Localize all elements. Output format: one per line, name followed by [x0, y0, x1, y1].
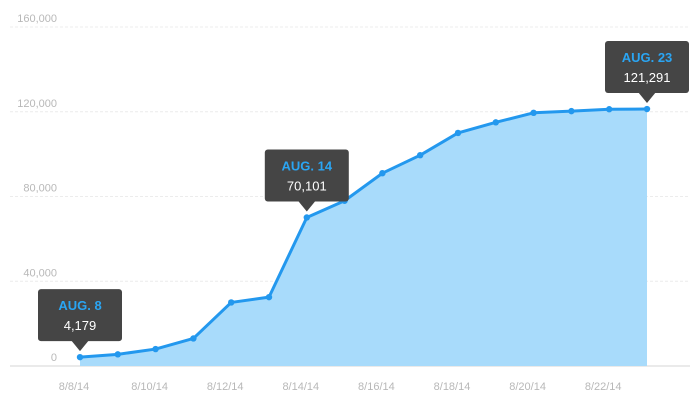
data-point — [303, 214, 310, 221]
data-point — [379, 169, 386, 177]
data-point — [228, 299, 235, 306]
y-tick-label: 0 — [51, 352, 57, 364]
area-layer — [80, 109, 647, 366]
data-point — [454, 129, 462, 137]
data-point — [152, 345, 159, 353]
x-tick-label: 8/10/14 — [131, 381, 168, 393]
series-area — [80, 109, 647, 366]
data-point — [76, 353, 84, 361]
area-chart: 0 40,000 80,000 120,000 160,000 8/8/14 8/10/1… — [10, 13, 690, 393]
x-axis-tick-labels: 8/8/14 8/10/14 8/12/14 8/14/14 8/16/14 8/18/1… — [59, 381, 622, 393]
data-point — [492, 119, 499, 126]
callout-box — [605, 41, 689, 94]
x-tick-label: 8/18/14 — [434, 381, 471, 393]
callout-value-label: 121,291 — [624, 70, 671, 85]
callout-box — [38, 289, 122, 342]
callout-value-label: 4,179 — [64, 318, 97, 333]
callout-box — [264, 149, 349, 202]
data-point — [530, 109, 537, 117]
x-tick-label: 8/16/14 — [358, 381, 395, 393]
data-point — [114, 351, 122, 358]
data-point — [643, 105, 651, 113]
callout-date-label: AUG. 8 — [58, 298, 101, 313]
x-tick-label: 8/8/14 — [59, 381, 90, 393]
y-tick-label: 40,000 — [23, 267, 57, 279]
data-point — [190, 335, 197, 342]
callout: AUG. 8 4,179 — [38, 289, 122, 352]
callout: AUG. 14 70,101 — [264, 149, 349, 212]
callout-date-label: AUG. 23 — [622, 50, 673, 65]
callout: AUG. 23 121,291 — [605, 41, 689, 104]
callout-pointer — [71, 340, 89, 352]
y-tick-label: 160,000 — [17, 13, 57, 25]
x-tick-label: 8/14/14 — [282, 381, 319, 393]
data-point — [606, 106, 613, 113]
callout-pointer — [638, 92, 656, 104]
callout-value-label: 70,101 — [287, 178, 327, 193]
y-tick-label: 120,000 — [17, 98, 57, 110]
callout-date-label: AUG. 14 — [282, 158, 333, 173]
y-tick-label: 80,000 — [23, 183, 57, 195]
x-tick-label: 8/12/14 — [207, 381, 244, 393]
data-point — [568, 107, 575, 115]
callout-pointer — [297, 200, 316, 212]
x-tick-label: 8/20/14 — [509, 381, 546, 393]
x-tick-label: 8/22/14 — [585, 381, 622, 393]
data-point — [265, 293, 273, 301]
data-point — [417, 151, 424, 159]
